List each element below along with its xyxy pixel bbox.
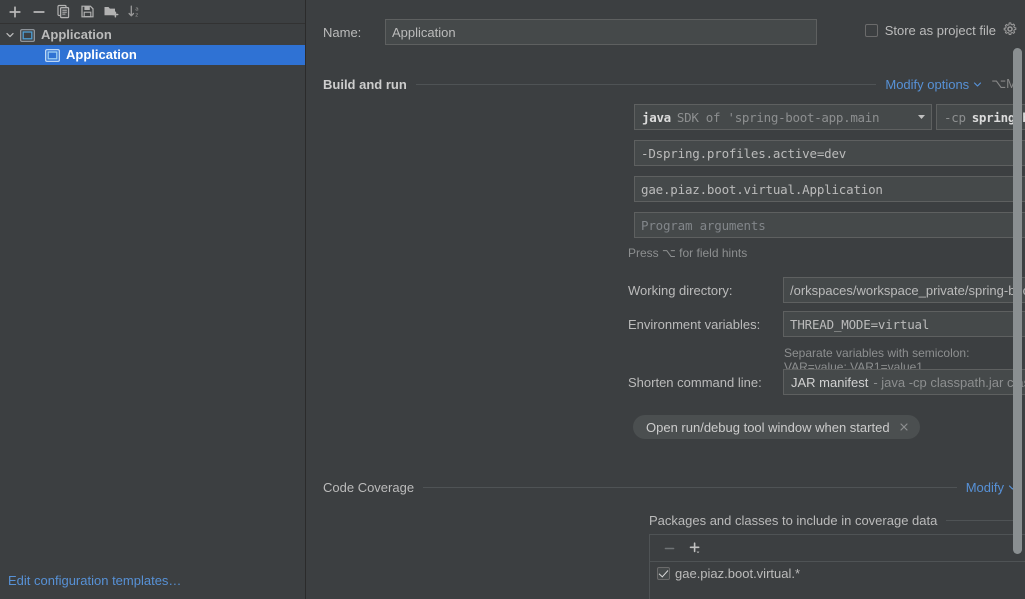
tree-node-label: Application — [66, 45, 137, 65]
coverage-add-button[interactable] — [684, 537, 706, 559]
code-coverage-title: Code Coverage — [323, 480, 414, 495]
code-coverage-modify-button[interactable]: Modify — [966, 480, 1017, 495]
field-hints-text: Press ⌥ for field hints — [628, 246, 747, 260]
name-input-value: Application — [392, 25, 456, 40]
main-class-input[interactable]: gae.piaz.boot.virtual.Application — [634, 176, 1025, 202]
coverage-pattern-checkbox[interactable] — [657, 567, 670, 580]
remove-configuration-button[interactable] — [28, 1, 50, 23]
build-and-run-section-header: Build and run Modify options ⌥M — [323, 76, 1017, 92]
modify-options-label: Modify options — [885, 77, 969, 92]
working-directory-value: /orkspaces/workspace_private/spring-boot… — [790, 283, 1025, 298]
vm-options-input[interactable]: -Dspring.profiles.active=dev — [634, 140, 1025, 166]
environment-variables-value: THREAD_MODE=virtual — [790, 317, 929, 332]
shorten-command-line-detail: - java -cp classpath.jar className [args… — [868, 375, 1025, 390]
vm-options-value: -Dspring.profiles.active=dev — [641, 146, 846, 161]
coverage-include-title: Packages and classes to include in cover… — [649, 513, 937, 528]
vertical-scrollbar[interactable] — [1013, 48, 1022, 554]
run-debug-configurations-dialog: a z Application — [0, 0, 1025, 599]
coverage-remove-button[interactable] — [658, 537, 680, 559]
jre-combo-detail: SDK of 'spring-boot-app.main — [671, 110, 879, 125]
svg-text:z: z — [135, 12, 138, 18]
tree-node-application-group[interactable]: Application — [0, 25, 305, 45]
coverage-patterns-toolbar — [650, 535, 1025, 562]
coverage-pattern-label: gae.piaz.boot.virtual.* — [675, 566, 800, 581]
build-and-run-title: Build and run — [323, 77, 407, 92]
classpath-combo-keyword: -cp — [944, 110, 966, 125]
copy-configuration-button[interactable] — [52, 1, 74, 23]
coverage-include-section-header: Packages and classes to include in cover… — [649, 513, 1015, 528]
configurations-tree[interactable]: Application Application — [0, 24, 305, 65]
section-divider — [423, 487, 957, 488]
chevron-down-icon — [973, 77, 982, 92]
name-label: Name: — [323, 25, 385, 40]
shorten-command-line-label: Shorten command line: — [628, 375, 783, 390]
section-divider — [946, 520, 1015, 521]
program-arguments-placeholder: Program arguments — [641, 218, 766, 233]
folder-add-icon[interactable] — [100, 1, 122, 23]
program-arguments-input[interactable]: Program arguments — [634, 212, 1025, 238]
gear-icon[interactable] — [1003, 22, 1017, 39]
environment-variables-row: Environment variables: THREAD_MODE=virtu… — [628, 311, 1025, 337]
modify-options-button[interactable]: Modify options — [885, 77, 982, 92]
open-run-debug-tool-window-chip[interactable]: Open run/debug tool window when started — [633, 415, 920, 439]
shorten-command-line-combo[interactable]: JAR manifest - java -cp classpath.jar cl… — [783, 369, 1025, 395]
close-icon[interactable] — [899, 420, 909, 435]
run-configuration-type-icon — [18, 29, 36, 42]
coverage-pattern-row[interactable]: gae.piaz.boot.virtual.* — [650, 562, 1025, 584]
environment-variables-label: Environment variables: — [628, 317, 783, 332]
section-divider — [416, 84, 877, 85]
store-as-project-file-label: Store as project file — [885, 23, 996, 38]
name-input[interactable]: Application — [385, 19, 817, 45]
tree-node-application-config[interactable]: Application — [0, 45, 305, 65]
configuration-editor-panel: Name: Application Store as project file … — [306, 0, 1025, 599]
sort-alpha-down-icon[interactable]: a z — [124, 1, 146, 23]
jre-module-combo[interactable]: java SDK of 'spring-boot-app.main — [634, 104, 932, 130]
store-as-project-file-checkbox[interactable] — [865, 24, 878, 37]
environment-variables-input[interactable]: THREAD_MODE=virtual — [783, 311, 1025, 337]
save-configuration-button[interactable] — [76, 1, 98, 23]
chevron-down-icon[interactable] — [910, 110, 927, 125]
tree-node-label: Application — [41, 25, 112, 45]
code-coverage-modify-label: Modify — [966, 480, 1004, 495]
store-as-project-file-row[interactable]: Store as project file — [865, 22, 1017, 39]
configurations-toolbar: a z — [0, 0, 305, 24]
working-directory-input[interactable]: /orkspaces/workspace_private/spring-boot… — [783, 277, 1025, 303]
configurations-tree-panel: a z Application — [0, 0, 306, 599]
open-run-debug-tool-window-label: Open run/debug tool window when started — [646, 420, 890, 435]
code-coverage-section-header: Code Coverage Modify — [323, 480, 1017, 495]
application-config-icon — [43, 49, 61, 62]
coverage-patterns-list: gae.piaz.boot.virtual.* — [649, 534, 1025, 599]
shorten-command-line-value: JAR manifest — [791, 375, 868, 390]
add-configuration-button[interactable] — [4, 1, 26, 23]
main-class-value: gae.piaz.boot.virtual.Application — [641, 182, 883, 197]
working-directory-row: Working directory: /orkspaces/workspace_… — [628, 277, 1025, 303]
shorten-command-line-row: Shorten command line: JAR manifest - jav… — [628, 369, 1025, 395]
jre-combo-keyword: java — [642, 110, 671, 125]
chevron-down-icon[interactable] — [2, 30, 18, 40]
edit-configuration-templates-link[interactable]: Edit configuration templates… — [8, 573, 181, 588]
classpath-module-combo[interactable]: -cp spring-boot-app.main — [936, 104, 1025, 130]
working-directory-label: Working directory: — [628, 283, 783, 298]
